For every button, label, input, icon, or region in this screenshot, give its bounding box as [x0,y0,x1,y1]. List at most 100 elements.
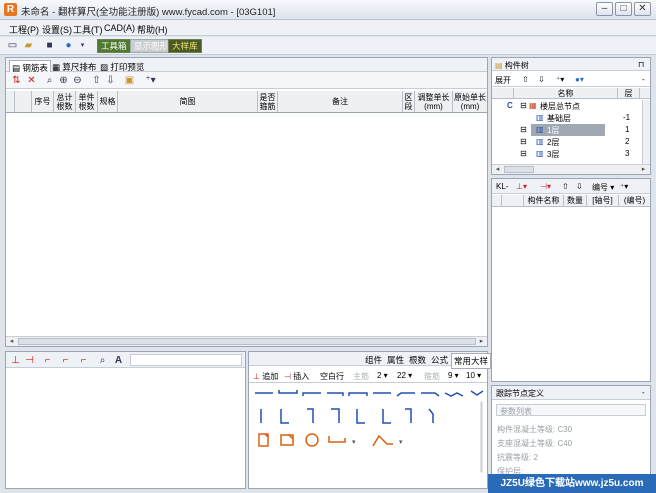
shape-vertical-hook2-icon[interactable] [405,408,412,423]
append-component-icon[interactable]: ⊥▾ [516,182,527,191]
dimension-icon[interactable]: ⊥ [9,354,22,367]
text-icon[interactable]: A [112,354,125,367]
shape-dropdown-icon[interactable]: ▾ [352,439,356,446]
help-icon[interactable]: ●▾ [575,75,584,84]
options-dropdown-icon[interactable]: ⁺▾ [556,75,564,84]
append-button[interactable]: ⊥ 追加 [253,371,278,382]
shape-vertical-bent-icon[interactable] [428,408,434,423]
shape-n-icon[interactable] [348,392,368,396]
tree-expander-icon[interactable]: ⊟ [520,137,527,146]
options-dropdown-icon[interactable]: ⁺▾ [620,182,628,191]
close-button[interactable]: ✕ [634,2,651,16]
tree-node-foundation[interactable]: ▥ 基础层 -1 [492,112,642,124]
column-header-total-count[interactable]: 总计根数 [54,91,76,112]
shape-zigzag-icon[interactable] [444,392,464,397]
expand-button[interactable]: 展开 [495,75,511,86]
tree-node-floor-1[interactable]: ⊟ ▥ 1层 1 [492,124,642,136]
column-header-index[interactable]: 序号 [32,91,54,112]
tree-name-header[interactable]: 名称 [514,88,618,98]
main-rebar-grade-select[interactable]: 2 ▾ [377,371,388,380]
shape-vertical-l2-icon[interactable] [356,409,365,424]
open-folder-icon[interactable]: ▰ [22,39,35,52]
new-file-icon[interactable]: ▭ [6,39,19,52]
angle-90-icon[interactable]: ⌐ [59,354,72,367]
tree-horizontal-scrollbar[interactable]: ◂ ▸ [492,164,650,174]
insert-button[interactable]: ⊣ 插入 [284,371,309,382]
tab-formula[interactable]: 公式 [429,353,450,367]
sort-select[interactable]: 编号 ▾ [592,182,614,193]
pin-icon[interactable]: ⊓ [638,60,644,69]
save-icon[interactable]: ■ [43,39,56,52]
print-icon[interactable]: ▣ [123,74,136,87]
column-header-unit-count[interactable]: 单件根数 [76,91,98,112]
shape-bent-icon[interactable] [396,392,415,397]
tree-expander-icon[interactable]: ⊟ [520,125,527,134]
column-header-adjusted-length[interactable]: 调整单长(mm) [415,91,453,112]
split-icon[interactable]: ⊣ [23,354,36,367]
shape-tie-icon[interactable] [328,436,346,443]
shape-hook-icon[interactable] [327,392,344,396]
column-header-axis[interactable]: [轴号] [587,195,619,206]
sort-icon[interactable]: ⇅ [10,74,23,87]
scroll-right-icon[interactable]: ▸ [638,165,649,174]
column-header-number[interactable]: (编号) [619,195,650,206]
column-header-is-stirrup[interactable]: 是否箍筋 [258,91,278,112]
shape-v-icon[interactable] [470,390,484,396]
column-header-section[interactable]: 区段 [403,91,415,112]
menu-help[interactable]: 帮助(H) [137,23,168,36]
big-sample-button[interactable]: 大样库 [168,39,202,53]
move-up-icon[interactable]: ⇧ [522,75,529,84]
tab-component[interactable]: 组件 [363,353,384,367]
table-horizontal-scrollbar[interactable]: ◂ ▸ [6,336,487,346]
column-header-component-name[interactable]: 构件名称 [524,195,564,206]
shape-rect-stirrup-icon[interactable] [280,434,294,446]
shape-vertical-gamma-icon[interactable] [331,408,340,423]
column-header-spec[interactable]: 规格 [98,91,118,112]
angle-100-icon[interactable]: ⌐ [41,354,54,367]
angle-135-icon[interactable]: ⌐ [77,354,90,367]
zoom-icon[interactable]: ⌕ [96,354,109,367]
param-list-box[interactable]: 参数列表 [496,404,646,416]
shape-bent2-icon[interactable] [421,392,440,397]
tree-node-floor-2[interactable]: ⊟ ▥ 2层 2 [492,136,642,148]
tab-property[interactable]: 属性 [385,353,406,367]
collapse-icon[interactable]: - [642,75,645,84]
menu-cad[interactable]: CAD(A) [104,23,135,33]
move-up-icon[interactable]: ⇧ [562,182,569,191]
move-down-icon[interactable]: ⇩ [538,75,545,84]
shape-u-icon[interactable] [278,390,298,394]
menu-tools[interactable]: 工具(T) [73,23,103,36]
drawing-input[interactable] [130,354,242,366]
shape-vertical-hook-icon[interactable] [307,408,314,423]
scroll-thumb[interactable] [18,338,476,345]
move-down-icon[interactable]: ⇩ [104,74,117,87]
options-dropdown-icon[interactable]: ⁺▾ [144,74,157,87]
scroll-right-icon[interactable]: ▸ [476,337,487,346]
show-drawing-button[interactable]: 显示图形 [130,39,173,53]
tree-expander-icon[interactable]: ⊟ [520,101,527,110]
help-dropdown-icon[interactable]: ▾ [76,39,89,52]
zoom-icon[interactable]: ⌕ [43,74,56,87]
column-header-original-length[interactable]: 原始单长(mm) [453,91,487,112]
stirrup-diameter-select[interactable]: 10 ▾ [466,371,481,380]
tree-vertical-scrollbar[interactable] [642,100,650,164]
shape-circle-icon[interactable] [305,433,319,447]
scroll-left-icon[interactable]: ◂ [6,337,17,346]
scroll-left-icon[interactable]: ◂ [492,165,503,174]
tree-floor-header[interactable]: 层 [618,88,640,98]
collapse-icon[interactable]: - [642,388,645,397]
tool-box-button[interactable]: 工具箱 [97,39,131,53]
delete-icon[interactable]: ✕ [25,74,38,87]
main-rebar-diameter-select[interactable]: 22 ▾ [397,371,412,380]
blank-row-button[interactable]: 空白行 [320,371,344,382]
maximize-button[interactable]: □ [615,2,632,16]
help-icon[interactable]: ● [62,39,75,52]
stirrup-grade-select[interactable]: 9 ▾ [448,371,459,380]
zoom-in-icon[interactable]: ⊕ [57,74,70,87]
tab-common-samples[interactable]: 常用大样 [451,353,492,369]
column-header-sketch[interactable]: 简图 [118,91,258,112]
tree-node-root[interactable]: C ⊟ ▦ 楼层总节点 [492,100,642,112]
insert-component-icon[interactable]: ⊣▾ [540,182,551,191]
tab-count[interactable]: 根数 [407,353,428,367]
tree-expander-icon[interactable]: ⊟ [520,149,527,158]
